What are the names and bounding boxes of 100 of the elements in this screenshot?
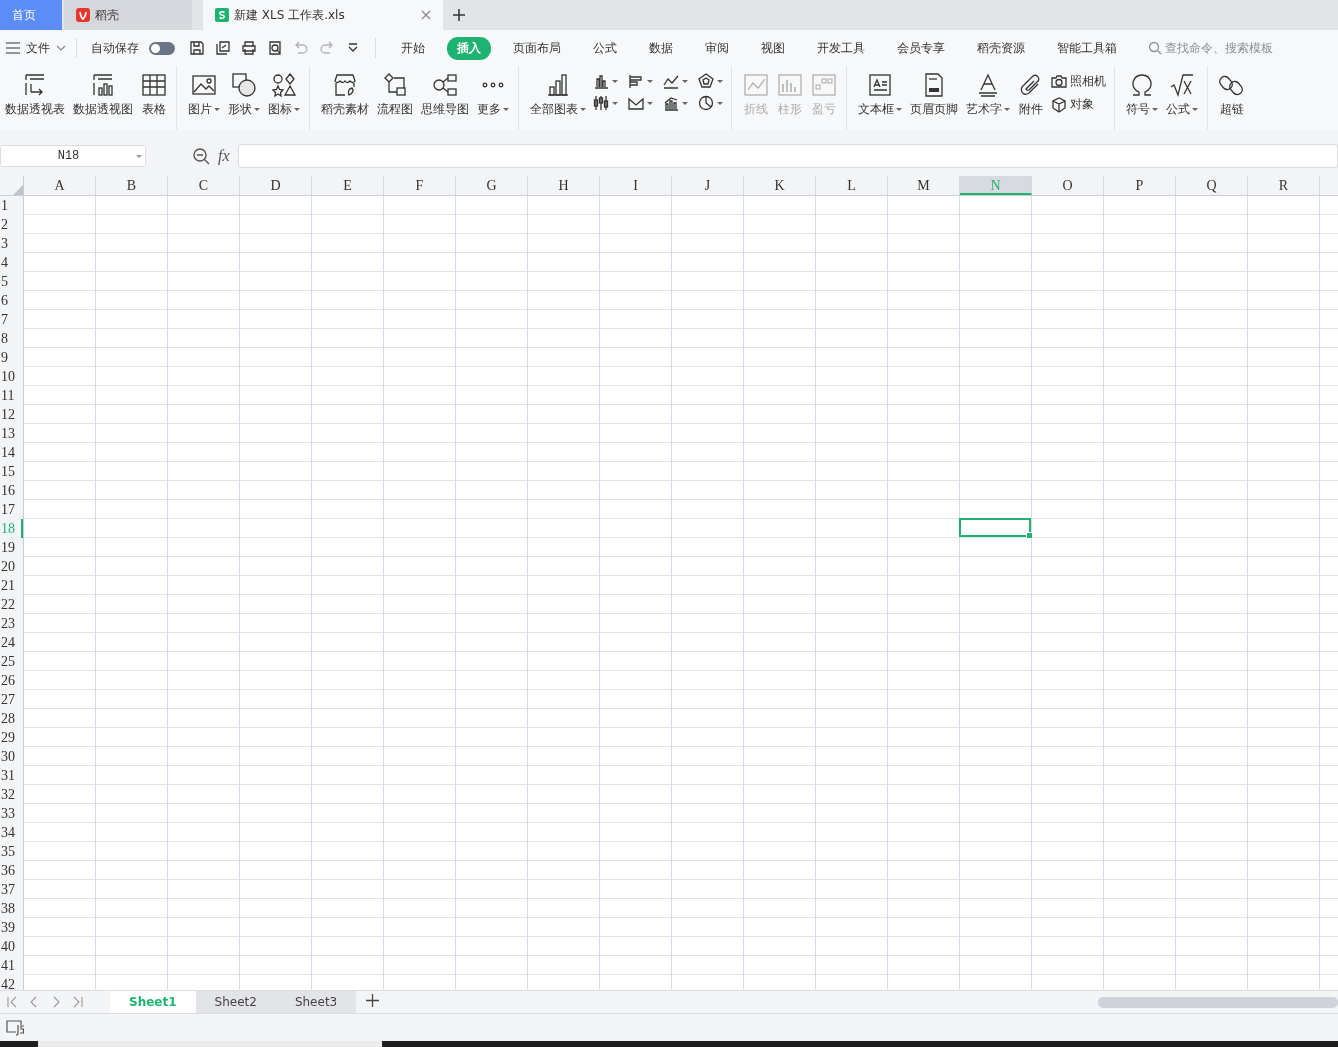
row-header[interactable]: 2 [0, 215, 23, 234]
row-header[interactable]: 21 [0, 576, 23, 595]
active-cell[interactable] [959, 518, 1031, 537]
row-header[interactable]: 34 [0, 823, 23, 842]
row-header[interactable]: 19 [0, 538, 23, 557]
column-header[interactable]: R [1248, 176, 1320, 195]
chart-type-button[interactable] [696, 72, 725, 90]
ribbon-tab[interactable]: 开发工具 [807, 36, 875, 60]
row-header[interactable]: 42 [0, 975, 23, 990]
function-button[interactable]: fx [218, 147, 230, 165]
row-header[interactable]: 37 [0, 880, 23, 899]
ribbon-tab[interactable]: 会员专享 [887, 36, 955, 60]
column-header[interactable]: E [312, 176, 384, 195]
column-header[interactable]: O [1032, 176, 1104, 195]
row-header[interactable]: 24 [0, 633, 23, 652]
last-sheet-icon[interactable] [72, 996, 84, 1008]
row-header[interactable]: 22 [0, 595, 23, 614]
ribbon-button[interactable]: 表格 [138, 70, 170, 120]
column-header[interactable]: F [384, 176, 456, 195]
row-header[interactable]: 7 [0, 310, 23, 329]
sheet-tab[interactable]: Sheet2 [195, 991, 276, 1013]
horizontal-scrollbar[interactable] [1098, 996, 1338, 1008]
ribbon-tab[interactable]: 页面布局 [503, 36, 571, 60]
row-header[interactable]: 28 [0, 709, 23, 728]
chart-type-button[interactable] [696, 94, 725, 112]
ribbon-button[interactable]: 超链 [1216, 70, 1248, 120]
sheet-tab[interactable]: Sheet3 [275, 991, 357, 1013]
row-header[interactable]: 8 [0, 329, 23, 348]
print-preview-icon[interactable] [267, 40, 283, 56]
column-header[interactable]: P [1104, 176, 1176, 195]
ribbon-tab[interactable]: 开始 [391, 36, 435, 60]
ribbon-button[interactable]: 附件 [1015, 70, 1047, 120]
ribbon-button[interactable]: 流程图 [374, 70, 416, 120]
column-header[interactable]: I [600, 176, 672, 195]
row-header[interactable]: 11 [0, 386, 23, 405]
column-header[interactable]: L [816, 176, 888, 195]
row-header[interactable]: 25 [0, 652, 23, 671]
name-box[interactable]: N18 [0, 145, 146, 167]
file-menu[interactable]: 文件 [22, 39, 54, 57]
row-header[interactable]: 31 [0, 766, 23, 785]
ribbon-tab[interactable]: 数据 [639, 36, 683, 60]
row-header[interactable]: 5 [0, 272, 23, 291]
row-header[interactable]: 27 [0, 690, 23, 709]
row-header[interactable]: 36 [0, 861, 23, 880]
ribbon-tab[interactable]: 公式 [583, 36, 627, 60]
column-header[interactable]: D [240, 176, 312, 195]
ribbon-button[interactable]: 形状 [225, 70, 263, 120]
row-header[interactable]: 1 [0, 196, 23, 215]
chart-type-button[interactable] [591, 94, 620, 112]
row-header[interactable]: 16 [0, 481, 23, 500]
print-icon[interactable] [241, 40, 257, 56]
document-tab[interactable]: 稻壳 [64, 0, 192, 30]
ribbon-button[interactable]: 更多 [474, 70, 512, 120]
row-header[interactable]: 6 [0, 291, 23, 310]
export-icon[interactable] [215, 40, 231, 56]
column-header[interactable]: A [24, 176, 96, 195]
column-header[interactable]: G [456, 176, 528, 195]
ribbon-button[interactable]: 页眉页脚 [907, 70, 961, 120]
row-header[interactable]: 41 [0, 956, 23, 975]
first-sheet-icon[interactable] [6, 996, 18, 1008]
ribbon-button[interactable]: 稻壳素材 [318, 70, 372, 120]
ribbon-button[interactable]: 照相机 [1049, 72, 1108, 91]
save-icon[interactable] [189, 40, 205, 56]
column-header[interactable]: B [96, 176, 168, 195]
ribbon-button[interactable]: 图标 [265, 70, 303, 120]
row-header[interactable]: 17 [0, 500, 23, 519]
column-header[interactable]: K [744, 176, 816, 195]
row-header[interactable]: 10 [0, 367, 23, 386]
row-header[interactable]: 14 [0, 443, 23, 462]
column-header[interactable]: J [672, 176, 744, 195]
autosave-toggle[interactable] [149, 41, 175, 55]
row-header[interactable]: 9 [0, 348, 23, 367]
row-header[interactable]: 38 [0, 899, 23, 918]
row-header[interactable]: 20 [0, 557, 23, 576]
ribbon-button[interactable]: 公式 [1163, 70, 1201, 120]
ribbon-button[interactable]: 艺术字 [963, 70, 1013, 120]
row-header[interactable]: 32 [0, 785, 23, 804]
ribbon-button[interactable]: 图片 [185, 70, 223, 120]
column-header[interactable]: Q [1176, 176, 1248, 195]
ribbon-button[interactable]: 文本框 [855, 70, 905, 120]
ribbon-button[interactable]: 数据透视图 [70, 70, 136, 120]
column-header[interactable]: H [528, 176, 600, 195]
ribbon-button[interactable]: 符号 [1123, 70, 1161, 120]
row-header[interactable]: 39 [0, 918, 23, 937]
row-header[interactable]: 33 [0, 804, 23, 823]
row-header[interactable]: 30 [0, 747, 23, 766]
row-header[interactable]: 23 [0, 614, 23, 633]
row-header[interactable]: 29 [0, 728, 23, 747]
ribbon-tab[interactable]: 审阅 [695, 36, 739, 60]
row-header[interactable]: 4 [0, 253, 23, 272]
row-header[interactable]: 3 [0, 234, 23, 253]
formula-input[interactable] [237, 144, 1338, 168]
row-header[interactable]: 12 [0, 405, 23, 424]
row-header[interactable]: 35 [0, 842, 23, 861]
ribbon-button[interactable]: 数据透视表 [2, 70, 68, 120]
column-header[interactable]: C [168, 176, 240, 195]
ribbon-tab[interactable]: 稻壳资源 [967, 36, 1035, 60]
ribbon-tab[interactable]: 视图 [751, 36, 795, 60]
document-tab[interactable]: 新建 XLS 工作表.xls [203, 0, 443, 30]
ribbon-tab[interactable]: 智能工具箱 [1047, 36, 1127, 60]
